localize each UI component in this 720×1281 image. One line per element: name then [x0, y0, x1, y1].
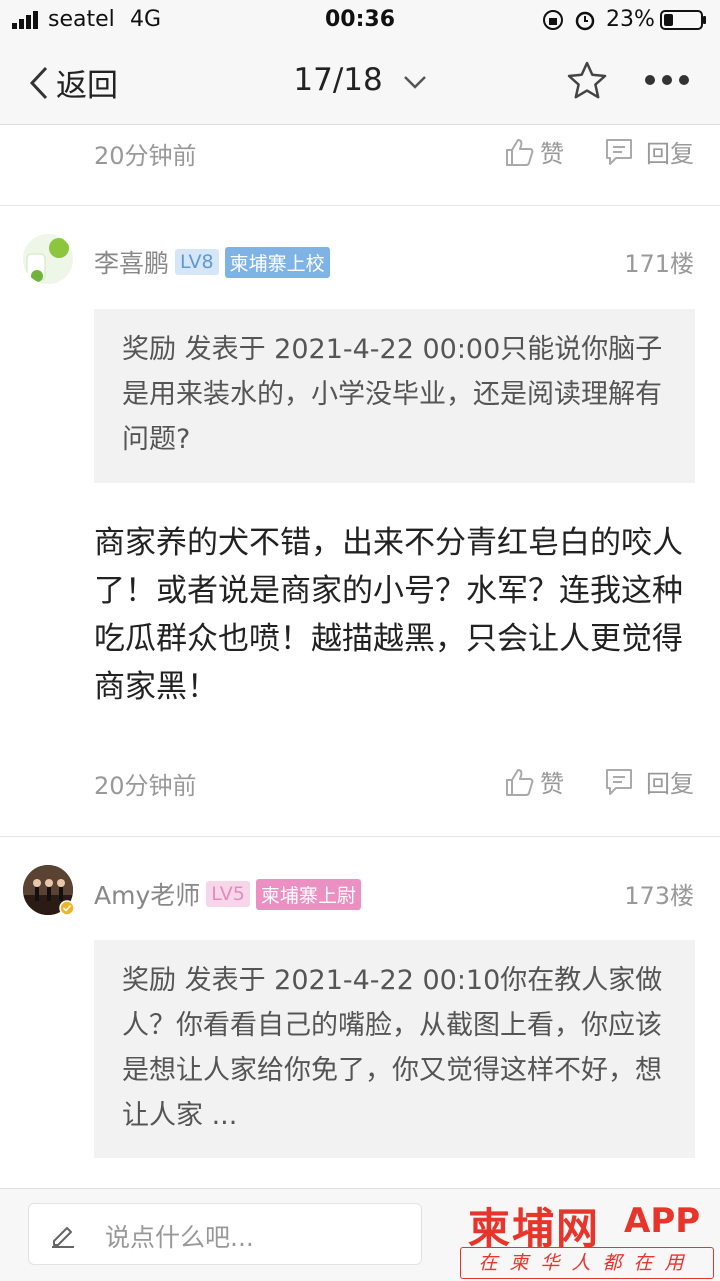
comment-placeholder: 说点什么吧...	[105, 1223, 254, 1252]
bottom-bar: 说点什么吧... 柬埔网 APP 在柬华人都在用	[0, 1188, 720, 1281]
like-icon	[506, 138, 534, 166]
watermark-slogan: 在柬华人都在用	[478, 1252, 696, 1274]
quote-text: 奖励 发表于 2021-4-22 00:00只能说你脑子是用来装水的，小学没毕业…	[122, 334, 663, 455]
battery-icon	[660, 10, 706, 30]
post-body: 商家养的犬不错，出来不分青红皂白的咬人了！或者说是商家的小号？水军？连我这种吃瓜…	[94, 525, 683, 705]
level-badge: LV8	[175, 249, 219, 275]
reply-button[interactable]: 回复	[604, 764, 694, 799]
edit-icon	[52, 1227, 74, 1248]
back-label: 返回	[56, 68, 118, 104]
like-button[interactable]: 赞	[504, 134, 564, 169]
back-button[interactable]: 返回	[28, 60, 118, 105]
level-badge: LV5	[206, 881, 250, 907]
divider	[0, 836, 720, 837]
rank-badge: 柬埔寨上尉	[255, 878, 361, 910]
watermark-slogan-box: 在柬华人都在用	[460, 1247, 714, 1279]
quote-text: 奖励 发表于 2021-4-22 00:10你在教人家做人？你看看自己的嘴脸，从…	[122, 965, 663, 1131]
comment-input[interactable]: 说点什么吧...	[28, 1203, 422, 1265]
comment-icon	[606, 138, 632, 165]
like-label: 赞	[540, 140, 564, 168]
reply-button[interactable]: 回复	[604, 134, 694, 169]
star-icon[interactable]	[566, 60, 608, 102]
alarm-icon	[575, 11, 595, 31]
nav-bar: 17/18 返回	[0, 40, 720, 125]
floor-number: 173楼	[624, 882, 694, 910]
status-bar: seatel 4G 00:36 23%	[0, 0, 720, 40]
post-time: 20分钟前	[94, 142, 197, 170]
post-time: 20分钟前	[94, 772, 197, 800]
quote-block[interactable]: 奖励 发表于 2021-4-22 00:10你在教人家做人？你看看自己的嘴脸，从…	[94, 940, 695, 1158]
watermark-app: APP	[624, 1201, 701, 1241]
battery-percent: 23%	[606, 7, 655, 32]
reply-label: 回复	[646, 140, 694, 168]
like-button[interactable]: 赞	[504, 764, 564, 799]
watermark: 柬埔网 APP 在柬华人都在用	[460, 1195, 716, 1279]
username[interactable]: Amy老师	[94, 876, 200, 912]
more-icon[interactable]	[644, 74, 690, 86]
back-chevron-icon	[29, 66, 48, 99]
reply-label: 回复	[646, 770, 694, 798]
page-indicator-label: 17/18	[293, 62, 383, 98]
like-label: 赞	[540, 770, 564, 798]
chevron-down-icon	[403, 75, 426, 89]
lock-rotation-icon	[543, 10, 563, 30]
divider	[0, 205, 720, 206]
user-line: 李喜鹏 LV8 柬埔寨上校	[94, 244, 330, 280]
avatar[interactable]	[23, 234, 73, 284]
user-line: Amy老师 LV5 柬埔寨上尉	[94, 876, 361, 912]
like-icon	[506, 768, 534, 796]
quote-block[interactable]: 奖励 发表于 2021-4-22 00:00只能说你脑子是用来装水的，小学没毕业…	[94, 309, 695, 483]
rank-badge: 柬埔寨上校	[224, 246, 330, 278]
verified-icon	[59, 900, 75, 916]
avatar-image	[23, 234, 73, 284]
username[interactable]: 李喜鹏	[94, 244, 169, 280]
comment-icon	[606, 768, 632, 795]
floor-number: 171楼	[624, 250, 694, 278]
